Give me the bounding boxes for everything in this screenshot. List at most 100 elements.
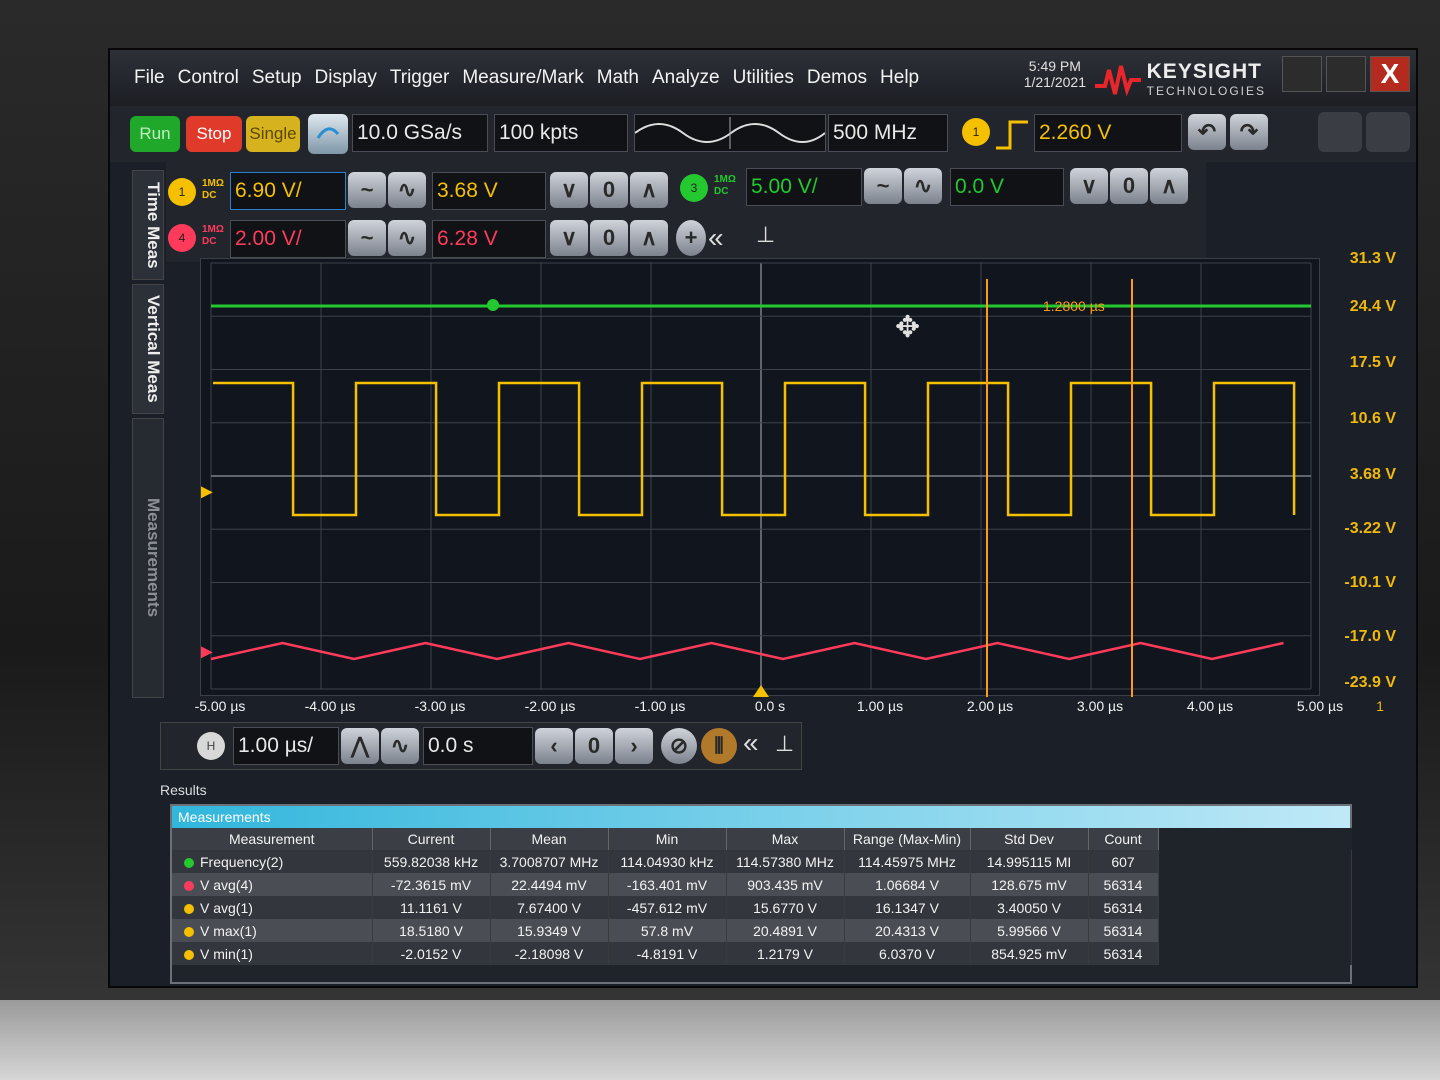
horizontal-indicator[interactable]: H (197, 732, 225, 760)
channel-1-ground-marker-icon[interactable]: ▶ (201, 481, 213, 501)
single-button[interactable]: Single (246, 116, 300, 152)
zoom-icon[interactable]: ⊘ (661, 728, 697, 764)
run-button[interactable]: Run (130, 116, 180, 152)
measurement-value: 18.5180 V (372, 919, 491, 942)
channel-3-offset-field[interactable]: 0.0 V (950, 168, 1064, 206)
channel-4-indicator[interactable]: 4 (168, 224, 196, 252)
channel-4-offset-up-icon[interactable]: ∧ (630, 220, 668, 256)
column-header[interactable]: Mean (490, 828, 609, 850)
measurement-value: 114.45975 MHz (844, 850, 971, 873)
add-channel-icon[interactable]: + (676, 220, 706, 256)
menu-measure-mark[interactable]: Measure/Mark (462, 67, 583, 89)
channel-color-dot-icon (184, 903, 194, 914)
timebase-scale-up-icon[interactable]: ∿ (381, 728, 419, 764)
channel-4-offset-down-icon[interactable]: ∨ (550, 220, 588, 256)
clock-time: 5:49 PM (1028, 58, 1081, 74)
measurements-body: Frequency(2) 559.82038 kHz 3.7008707 MHz 11… (172, 850, 1352, 965)
timebase-scale-down-icon[interactable]: ⋀ (341, 728, 379, 764)
menu-analyze[interactable]: Analyze (652, 67, 720, 89)
trigger-position-marker-icon[interactable] (753, 685, 769, 697)
pin-icon[interactable]: ⊥ (756, 222, 775, 248)
undo-button[interactable]: ↶ (1188, 114, 1226, 150)
channel-4-scale-down-icon[interactable]: ~ (348, 220, 386, 256)
column-header[interactable]: Current (372, 828, 491, 850)
column-header[interactable]: Measurement (172, 828, 373, 850)
channel-1-indicator[interactable]: 1 (168, 178, 196, 206)
bandwidth-field[interactable]: 500 MHz (828, 114, 948, 152)
channel-4-scale-field[interactable]: 2.00 V/ (230, 220, 346, 258)
collapse-left-icon[interactable]: « (708, 222, 724, 254)
tab-time-meas[interactable]: Time Meas (132, 170, 164, 280)
collapse-timebase-icon[interactable]: « (743, 727, 759, 759)
voltage-label: 3.68 V (1349, 466, 1396, 483)
timebase-controls: H 1.00 µs/ ⋀ ∿ 0.0 s ‹ 0 › ⊘ ⦀ « ⊥ (160, 722, 802, 770)
channel-3-indicator[interactable]: 3 (680, 174, 708, 202)
time-axis-labels: -5.00 µs -4.00 µs -3.00 µs -2.00 µs -1.0… (190, 698, 1390, 722)
redo-button[interactable]: ↷ (1230, 114, 1268, 150)
measurement-row[interactable]: V max(1) 18.5180 V 15.9349 V 57.8 mV 20.4891… (172, 919, 1352, 942)
channel-1-offset-down-icon[interactable]: ∨ (550, 172, 588, 208)
tab-measurements[interactable]: Measurements (132, 418, 164, 698)
column-header[interactable]: Range (Max-Min) (844, 828, 971, 850)
column-header[interactable]: Min (608, 828, 727, 850)
menu-trigger[interactable]: Trigger (390, 67, 449, 89)
menu-math[interactable]: Math (597, 67, 639, 89)
trigger-source-indicator[interactable]: 1 (962, 118, 990, 146)
menu-display[interactable]: Display (315, 67, 377, 89)
column-header[interactable]: Max (726, 828, 845, 850)
channel-1-scale-field[interactable]: 6.90 V/ (230, 172, 346, 210)
channel-3-dc: DC (714, 186, 729, 197)
channel-1-offset-up-icon[interactable]: ∧ (630, 172, 668, 208)
channel-4-ground-marker-icon[interactable]: ▶ (201, 641, 213, 661)
channel-3-scale-up-icon[interactable]: ∿ (904, 168, 942, 204)
menu-utilities[interactable]: Utilities (733, 67, 794, 89)
menu-demos[interactable]: Demos (807, 67, 867, 89)
timebase-position-field[interactable]: 0.0 s (423, 727, 533, 765)
position-right-icon[interactable]: › (615, 728, 653, 764)
touch-mode-icon[interactable] (1366, 112, 1410, 152)
segments-icon[interactable]: ⦀ (701, 728, 737, 764)
channel-3-offset-up-icon[interactable]: ∧ (1150, 168, 1188, 204)
sample-rate-field[interactable]: 10.0 GSa/s (352, 114, 488, 152)
channel-3-scale-down-icon[interactable]: ~ (864, 168, 902, 204)
menu-help[interactable]: Help (880, 67, 919, 89)
zoom-box-icon[interactable] (1318, 112, 1362, 152)
channel-1-scale-up-icon[interactable]: ∿ (388, 172, 426, 208)
channel-1-scale-down-icon[interactable]: ~ (348, 172, 386, 208)
position-left-icon[interactable]: ‹ (535, 728, 573, 764)
measurement-row[interactable]: V avg(4) -72.3615 mV 22.4494 mV -163.401 mV… (172, 873, 1352, 896)
channel-4-offset-field[interactable]: 6.28 V (432, 220, 546, 258)
position-zero-icon[interactable]: 0 (575, 728, 613, 764)
measurement-row[interactable]: V avg(1) 11.1161 V 7.67400 V -457.612 mV 15.… (172, 896, 1352, 919)
waveform-display[interactable]: 1.2800 µs ✥ ▶ ▶ (200, 258, 1320, 697)
minimize-button[interactable] (1282, 56, 1322, 92)
channel-3-offset-zero-icon[interactable]: 0 (1110, 168, 1148, 204)
time-label: -3.00 µs (414, 698, 466, 714)
channel-3-offset-down-icon[interactable]: ∨ (1070, 168, 1108, 204)
stop-button[interactable]: Stop (186, 116, 242, 152)
measurement-row[interactable]: V min(1) -2.0152 V -2.18098 V -4.8191 V 1.21… (172, 942, 1352, 965)
page-index: 1 (1376, 698, 1384, 714)
maximize-button[interactable] (1326, 56, 1366, 92)
column-header[interactable]: Count (1088, 828, 1159, 850)
timebase-scale-field[interactable]: 1.00 µs/ (233, 727, 339, 765)
trigger-level-field[interactable]: 2.260 V (1034, 114, 1182, 152)
autoscale-button[interactable] (308, 114, 348, 154)
menu-file[interactable]: File (134, 67, 165, 89)
column-header[interactable]: Std Dev (970, 828, 1089, 850)
measurement-row[interactable]: Frequency(2) 559.82038 kHz 3.7008707 MHz 11… (172, 850, 1352, 873)
menu-setup[interactable]: Setup (252, 67, 302, 89)
channel-3-scale-field[interactable]: 5.00 V/ (746, 168, 862, 206)
channel-1-offset-field[interactable]: 3.68 V (432, 172, 546, 210)
close-button[interactable]: X (1370, 56, 1410, 92)
measurement-value: 16.1347 V (844, 896, 971, 919)
tab-vertical-meas[interactable]: Vertical Meas (132, 284, 164, 414)
channel-4-offset-zero-icon[interactable]: 0 (590, 220, 628, 256)
measurement-value: 128.675 mV (970, 873, 1089, 896)
rising-edge-icon[interactable] (994, 116, 1030, 152)
memory-depth-field[interactable]: 100 kpts (494, 114, 628, 152)
timebase-pin-icon[interactable]: ⊥ (775, 731, 794, 757)
menu-control[interactable]: Control (178, 67, 239, 89)
channel-4-scale-up-icon[interactable]: ∿ (388, 220, 426, 256)
channel-1-offset-zero-icon[interactable]: 0 (590, 172, 628, 208)
